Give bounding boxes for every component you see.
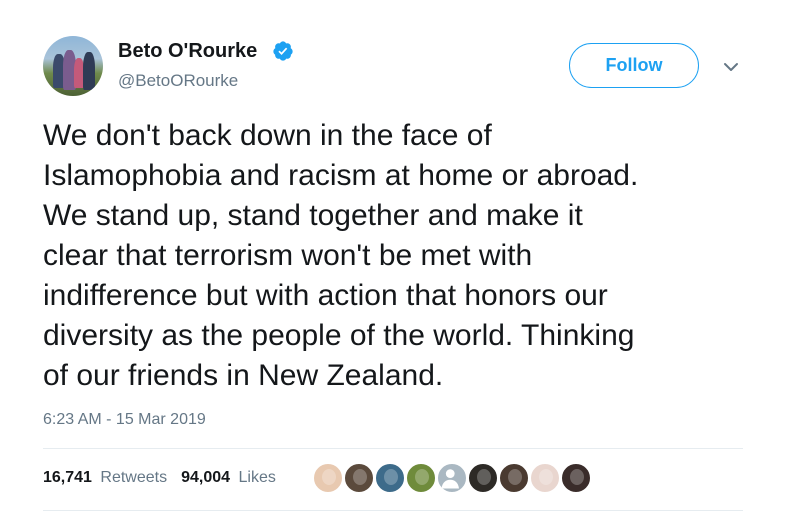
author-avatar[interactable] xyxy=(43,36,103,96)
author-name[interactable]: Beto O'Rourke xyxy=(118,40,257,63)
liker-avatars xyxy=(312,462,592,494)
retweets-count: 16,741 xyxy=(43,469,92,486)
likes-label: Likes xyxy=(238,469,276,486)
liker-avatar-4[interactable] xyxy=(405,462,437,494)
liker-avatar-5[interactable] xyxy=(436,462,468,494)
retweets-stat[interactable]: 16,741 Retweets xyxy=(43,469,167,487)
divider xyxy=(43,510,743,511)
tweet-timestamp[interactable]: 6:23 AM - 15 Mar 2019 xyxy=(43,411,206,429)
chevron-down-icon[interactable] xyxy=(722,60,740,74)
tweet-stats: 16,741 Retweets 94,004 Likes xyxy=(43,469,276,487)
divider xyxy=(43,448,743,449)
liker-avatar-3[interactable] xyxy=(374,462,406,494)
verified-badge-icon xyxy=(273,41,293,61)
tweet-text: We don't back down in the face of Islamo… xyxy=(43,119,639,392)
liker-avatar-7[interactable] xyxy=(498,462,530,494)
retweets-label: Retweets xyxy=(100,469,168,486)
liker-avatar-2[interactable] xyxy=(343,462,375,494)
liker-avatar-8[interactable] xyxy=(529,462,561,494)
author-handle[interactable]: @BetoORourke xyxy=(118,71,238,91)
likes-stat[interactable]: 94,004 Likes xyxy=(181,469,276,487)
liker-avatar-9[interactable] xyxy=(560,462,592,494)
likes-count: 94,004 xyxy=(181,469,231,486)
liker-avatar-6[interactable] xyxy=(467,462,499,494)
follow-button[interactable]: Follow xyxy=(569,43,699,88)
liker-avatar-1[interactable] xyxy=(312,462,344,494)
